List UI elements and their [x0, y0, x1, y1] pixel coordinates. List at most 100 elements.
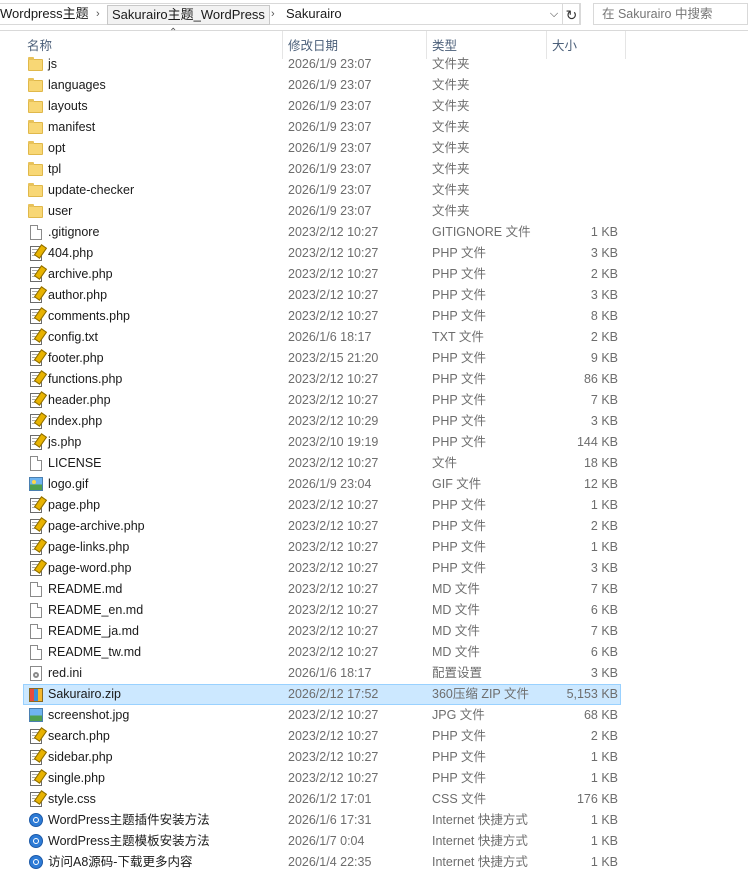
file-row[interactable]: screenshot.jpg 2023/2/12 10:27 JPG 文件 68 KB — [23, 705, 621, 726]
folder-icon — [28, 54, 44, 75]
folder-icon — [28, 96, 44, 117]
breadcrumb-item-wordpress-themes[interactable]: Wordpress主题 — [0, 4, 89, 24]
breadcrumb[interactable]: Wordpress主题 › Sakurairo主题_WordPress › Sa… — [0, 3, 580, 25]
file-size: 3 KB — [590, 666, 618, 680]
file-row[interactable]: layouts 2026/1/9 23:07 文件夹 — [23, 96, 621, 117]
file-modified-date: 2023/2/12 10:27 — [288, 498, 379, 512]
file-modified-date: 2026/1/9 23:07 — [288, 78, 372, 92]
gif-image-icon — [28, 474, 44, 495]
settings-file-icon-glyph — [30, 666, 42, 681]
file-row[interactable]: WordPress主题模板安装方法 2026/1/7 0:04 Internet 快… — [23, 831, 621, 852]
file-row[interactable]: search.php 2023/2/12 10:27 PHP 文件 2 KB — [23, 726, 621, 747]
file-row[interactable]: footer.php 2023/2/15 21:20 PHP 文件 9 KB — [23, 348, 621, 369]
php-file-icon-glyph — [30, 540, 42, 555]
file-row[interactable]: archive.php 2023/2/12 10:27 PHP 文件 2 KB — [23, 264, 621, 285]
php-file-icon — [28, 747, 44, 768]
file-row[interactable]: red.ini 2026/1/6 18:17 配置设置 3 KB — [23, 663, 621, 684]
file-row[interactable]: single.php 2023/2/12 10:27 PHP 文件 1 KB — [23, 768, 621, 789]
file-row[interactable]: user 2026/1/9 23:07 文件夹 — [23, 201, 621, 222]
file-row[interactable]: languages 2026/1/9 23:07 文件夹 — [23, 75, 621, 96]
file-row[interactable]: tpl 2026/1/9 23:07 文件夹 — [23, 159, 621, 180]
file-type: 文件夹 — [432, 99, 470, 113]
php-file-icon — [28, 789, 44, 810]
php-file-icon-glyph — [30, 729, 42, 744]
file-row[interactable]: README_ja.md 2023/2/12 10:27 MD 文件 7 KB — [23, 621, 621, 642]
file-size: 9 KB — [590, 351, 618, 365]
file-row[interactable]: README_en.md 2023/2/12 10:27 MD 文件 6 KB — [23, 600, 621, 621]
breadcrumb-item-sakurairo-wordpress[interactable]: Sakurairo主题_WordPress — [107, 5, 270, 25]
file-row[interactable]: LICENSE 2023/2/12 10:27 文件 18 KB — [23, 453, 621, 474]
file-size: 3 KB — [590, 561, 618, 575]
internet-shortcut-icon — [28, 810, 44, 831]
file-modified-date: 2023/2/12 10:27 — [288, 456, 379, 470]
file-name: opt — [48, 141, 66, 155]
file-size: 18 KB — [583, 456, 618, 470]
file-type: GIF 文件 — [432, 477, 482, 491]
php-file-icon-glyph — [30, 498, 42, 513]
file-size: 1 KB — [590, 771, 618, 785]
chevron-right-icon[interactable]: › — [271, 4, 275, 24]
file-row[interactable]: js 2026/1/9 23:07 文件夹 — [23, 54, 621, 75]
file-modified-date: 2023/2/12 10:27 — [288, 624, 379, 638]
file-row[interactable]: logo.gif 2026/1/9 23:04 GIF 文件 12 KB — [23, 474, 621, 495]
file-row[interactable]: 访问A8源码-下载更多内容 2026/1/4 22:35 Internet 快捷方式… — [23, 852, 621, 873]
file-name: single.php — [48, 771, 105, 785]
php-file-icon-glyph — [30, 288, 42, 303]
file-type: Internet 快捷方式 — [432, 855, 528, 869]
file-modified-date: 2026/1/9 23:07 — [288, 162, 372, 176]
file-row[interactable]: Sakurairo.zip 2026/2/12 17:52 360压缩 ZIP 文件… — [23, 684, 621, 705]
php-file-icon — [28, 558, 44, 579]
file-row[interactable]: functions.php 2023/2/12 10:27 PHP 文件 86 KB — [23, 369, 621, 390]
file-row[interactable]: update-checker 2026/1/9 23:07 文件夹 — [23, 180, 621, 201]
file-type: 文件夹 — [432, 204, 470, 218]
file-row[interactable]: page-word.php 2023/2/12 10:27 PHP 文件 3 KB — [23, 558, 621, 579]
file-row[interactable]: style.css 2026/1/2 17:01 CSS 文件 176 KB — [23, 789, 621, 810]
file-row[interactable]: opt 2026/1/9 23:07 文件夹 — [23, 138, 621, 159]
document-icon-glyph — [30, 603, 42, 618]
file-row[interactable]: WordPress主题插件安装方法 2026/1/6 17:31 Internet … — [23, 810, 621, 831]
php-file-icon — [28, 369, 44, 390]
file-name: author.php — [48, 288, 108, 302]
file-modified-date: 2026/1/6 18:17 — [288, 330, 372, 344]
file-row[interactable]: page-links.php 2023/2/12 10:27 PHP 文件 1 KB — [23, 537, 621, 558]
file-row[interactable]: manifest 2026/1/9 23:07 文件夹 — [23, 117, 621, 138]
file-modified-date: 2023/2/12 10:27 — [288, 267, 379, 281]
file-name: functions.php — [48, 372, 123, 386]
file-modified-date: 2026/2/12 17:52 — [288, 687, 379, 701]
file-row[interactable]: page-archive.php 2023/2/12 10:27 PHP 文件 2 K… — [23, 516, 621, 537]
refresh-icon[interactable]: ↻ — [562, 3, 581, 25]
file-type: PHP 文件 — [432, 351, 486, 365]
column-header-size-label: 大小 — [552, 39, 578, 53]
file-name: search.php — [48, 729, 110, 743]
file-row[interactable]: 404.php 2023/2/12 10:27 PHP 文件 3 KB — [23, 243, 621, 264]
file-size: 3 KB — [590, 414, 618, 428]
file-row[interactable]: config.txt 2026/1/6 18:17 TXT 文件 2 KB — [23, 327, 621, 348]
file-type: JPG 文件 — [432, 708, 485, 722]
jpg-image-icon — [28, 705, 44, 726]
document-icon — [28, 621, 44, 642]
file-row[interactable]: README_tw.md 2023/2/12 10:27 MD 文件 6 KB — [23, 642, 621, 663]
file-name: 访问A8源码-下载更多内容 — [48, 855, 193, 869]
file-modified-date: 2026/1/7 0:04 — [288, 834, 365, 848]
file-row[interactable]: index.php 2023/2/12 10:29 PHP 文件 3 KB — [23, 411, 621, 432]
file-name: sidebar.php — [48, 750, 113, 764]
file-row[interactable]: js.php 2023/2/10 19:19 PHP 文件 144 KB — [23, 432, 621, 453]
chevron-down-icon[interactable]: ⌵ — [546, 4, 562, 24]
file-row[interactable]: header.php 2023/2/12 10:27 PHP 文件 7 KB — [23, 390, 621, 411]
file-name: user — [48, 204, 73, 218]
search-input[interactable] — [593, 3, 748, 25]
breadcrumb-item-sakurairo[interactable]: Sakurairo — [286, 4, 342, 24]
file-row[interactable]: page.php 2023/2/12 10:27 PHP 文件 1 KB — [23, 495, 621, 516]
file-row[interactable]: README.md 2023/2/12 10:27 MD 文件 7 KB — [23, 579, 621, 600]
file-name: layouts — [48, 99, 88, 113]
php-file-icon — [28, 390, 44, 411]
file-row[interactable]: author.php 2023/2/12 10:27 PHP 文件 3 KB — [23, 285, 621, 306]
file-name: manifest — [48, 120, 96, 134]
file-type: PHP 文件 — [432, 414, 486, 428]
file-row[interactable]: .gitignore 2023/2/12 10:27 GITIGNORE 文件 1 K… — [23, 222, 621, 243]
file-row[interactable]: sidebar.php 2023/2/12 10:27 PHP 文件 1 KB — [23, 747, 621, 768]
file-modified-date: 2023/2/12 10:27 — [288, 393, 379, 407]
chevron-right-icon[interactable]: › — [96, 4, 100, 24]
file-row[interactable]: comments.php 2023/2/12 10:27 PHP 文件 8 KB — [23, 306, 621, 327]
file-type: 360压缩 ZIP 文件 — [432, 687, 530, 701]
